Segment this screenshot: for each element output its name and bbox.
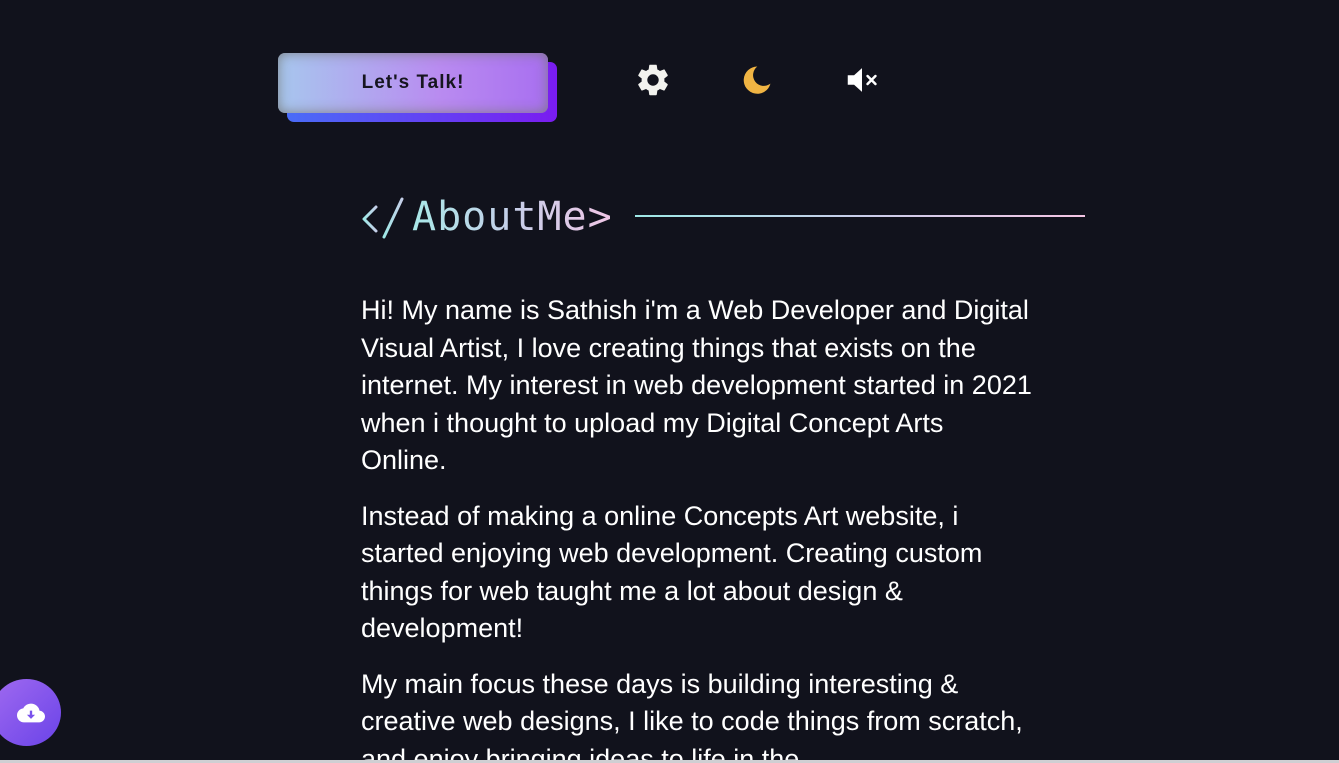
lets-talk-wrapper: Let's Talk! bbox=[278, 53, 558, 123]
about-heading: AboutMe> bbox=[360, 190, 613, 244]
about-paragraph: My main focus these days is building int… bbox=[361, 668, 1023, 763]
speaker-muted-icon bbox=[843, 61, 881, 103]
lets-talk-button[interactable]: Let's Talk! bbox=[278, 53, 548, 113]
page: Let's Talk! AboutMe> Hi! My name is Sath… bbox=[0, 0, 1339, 763]
about-paragraph: Instead of making a online Concepts Art … bbox=[361, 500, 983, 644]
about-paragraph: Hi! My name is Sathish i'm a Web Develop… bbox=[361, 295, 1032, 475]
sound-toggle-button[interactable] bbox=[842, 62, 882, 102]
about-content: Hi! My name is Sathish i'm a Web Develop… bbox=[361, 292, 1033, 763]
theme-toggle-button[interactable] bbox=[737, 62, 777, 102]
about-title: AboutMe> bbox=[412, 190, 613, 244]
moon-icon bbox=[740, 63, 774, 101]
download-resume-button[interactable] bbox=[0, 679, 61, 746]
code-slash-icon bbox=[360, 195, 404, 239]
settings-button[interactable] bbox=[633, 62, 673, 102]
cloud-download-icon bbox=[16, 703, 45, 722]
gear-icon bbox=[634, 61, 672, 103]
heading-divider bbox=[635, 215, 1085, 217]
